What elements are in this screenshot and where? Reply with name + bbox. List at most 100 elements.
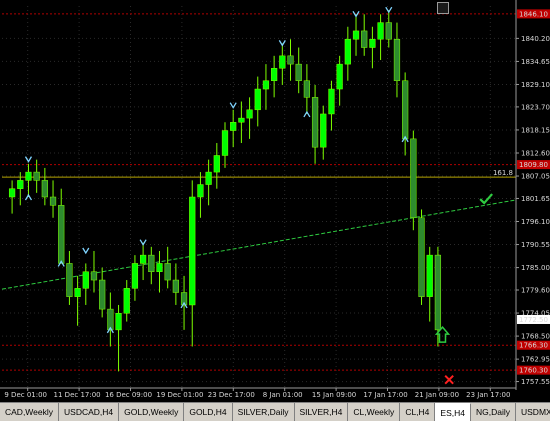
candle-body: [66, 263, 73, 297]
fib-label: 161.8: [493, 169, 513, 177]
price-tick-label: 1768.50: [521, 333, 550, 341]
candle-body: [90, 271, 98, 281]
chart-tab[interactable]: USDCAD,H4: [59, 403, 120, 421]
signal-arrow-up-icon: [303, 110, 311, 118]
chart-tab[interactable]: CL,Weekly: [348, 403, 401, 421]
signal-arrow-down-icon: [82, 247, 90, 255]
candle-body: [33, 171, 40, 181]
price-tick-label: 1790.55: [521, 241, 550, 249]
time-tick-label: 23 Jan 17:00: [466, 391, 510, 399]
candle-body: [123, 288, 130, 314]
chart-tab[interactable]: GOLD,Weekly: [119, 403, 185, 421]
candle-body: [377, 22, 384, 40]
time-tick-label: 17 Jan 17:00: [363, 391, 407, 399]
candle-body: [172, 279, 179, 293]
price-tick-label: 1757.55: [521, 378, 550, 386]
candle-body: [164, 263, 171, 281]
signal-arrow-down-icon: [352, 10, 360, 18]
candle-body: [254, 88, 261, 111]
chart-corner-button[interactable]: [437, 2, 449, 14]
price-badge-label: 1766.30: [519, 342, 548, 350]
price-tick-label: 1834.65: [521, 58, 550, 66]
chart-tab[interactable]: NG,Daily: [471, 403, 516, 421]
candle-body: [303, 80, 311, 98]
time-axis: 9 Dec 01:00 11 Dec 17:00 16 Dec 09:00 19 De…: [4, 388, 510, 399]
candle-body: [8, 188, 16, 198]
candle-body: [115, 313, 122, 331]
candle-body: [25, 171, 32, 181]
candle-body: [189, 196, 196, 306]
time-tick-label: 8 Jan 01:00: [263, 391, 303, 399]
time-tick-label: 21 Jan 09:00: [415, 391, 459, 399]
price-badge-label: 1809.80: [519, 161, 548, 169]
candle-body: [311, 97, 319, 148]
candle-body: [82, 271, 89, 289]
candle-body: [271, 68, 278, 81]
time-tick-label: 15 Jan 09:00: [312, 391, 356, 399]
chart-tab[interactable]: SILVER,H4: [295, 403, 349, 421]
price-tick-label: 1829.10: [521, 81, 550, 89]
candle-body: [361, 30, 368, 48]
chart-markers: [434, 193, 493, 385]
price-tick-label: 1812.60: [521, 149, 550, 157]
candle-body: [287, 55, 294, 65]
price-tick-label: 1807.05: [521, 173, 550, 181]
price-tick-label: 1796.10: [521, 218, 550, 226]
chart-tab[interactable]: GOLD,H4: [184, 403, 233, 421]
price-badge-label: 1760.30: [519, 367, 548, 375]
candle-body: [320, 113, 327, 148]
candle-body: [221, 130, 229, 156]
candle-body: [410, 138, 417, 219]
candle-body: [213, 155, 220, 173]
signal-arrow-up-icon: [24, 193, 33, 201]
price-tick-label: 1785.00: [521, 264, 550, 272]
candle-body: [49, 196, 57, 206]
price-tick-label: 1818.15: [521, 126, 550, 134]
price-tick-label: 1801.65: [521, 195, 550, 203]
signal-arrow-down-icon: [278, 40, 286, 47]
signal-arrow-down-icon: [24, 156, 33, 163]
candle-body: [418, 217, 425, 297]
price-badge-label: 1846.10: [519, 10, 548, 18]
price-tick-label: 1840.20: [521, 35, 550, 43]
signal-arrow-down-icon: [229, 102, 237, 109]
price-chart[interactable]: 161.8 1840.20 1834.65 1829.10 1823.70 1818.1…: [0, 0, 550, 402]
price-axis: 1840.20 1834.65 1829.10 1823.70 1818.15 1812.…: [0, 0, 550, 390]
x-marker-icon: [444, 374, 454, 385]
candle-body: [402, 80, 409, 140]
signal-arrow-down-icon: [139, 239, 147, 246]
candle-body: [197, 184, 204, 198]
candle-body: [352, 30, 360, 40]
candle-body: [230, 122, 237, 131]
candle-body: [139, 254, 147, 264]
time-tick-label: 19 Dec 01:00: [156, 391, 203, 399]
time-tick-label: 23 Dec 17:00: [208, 391, 255, 399]
candle-body: [262, 80, 270, 90]
candle-body: [344, 38, 351, 65]
chart-tab[interactable]: CL,H4: [400, 403, 436, 421]
candle-body: [369, 38, 376, 48]
candle-body: [156, 263, 163, 272]
price-badge-label: 1772.50: [519, 316, 548, 324]
candle-body: [434, 254, 442, 331]
chart-tab[interactable]: USDMXN,H: [516, 403, 550, 421]
candle-body: [336, 63, 343, 90]
chart-tab[interactable]: SILVER,Daily: [233, 403, 295, 421]
chart-tab-bar: CAD,Weekly USDCAD,H4 GOLD,Weekly GOLD,H4 SIL…: [0, 402, 550, 421]
candle-body: [426, 254, 433, 297]
candle-body: [131, 263, 139, 289]
candle-body: [58, 205, 65, 264]
price-tick-label: 1779.60: [521, 287, 550, 295]
time-tick-label: 11 Dec 17:00: [54, 391, 101, 399]
chart-tab[interactable]: CAD,Weekly: [0, 403, 60, 421]
candle-body: [246, 109, 253, 119]
chart-tab[interactable]: ES,H4: [435, 403, 471, 421]
candle-body: [148, 254, 155, 272]
time-tick-label: 16 Dec 09:00: [105, 391, 152, 399]
candle-body: [385, 22, 392, 40]
candle-body: [295, 63, 302, 81]
candle-body: [328, 88, 335, 115]
price-tick-label: 1762.95: [521, 356, 550, 364]
candle-body: [205, 171, 212, 185]
signal-arrow-down-icon: [385, 6, 393, 14]
